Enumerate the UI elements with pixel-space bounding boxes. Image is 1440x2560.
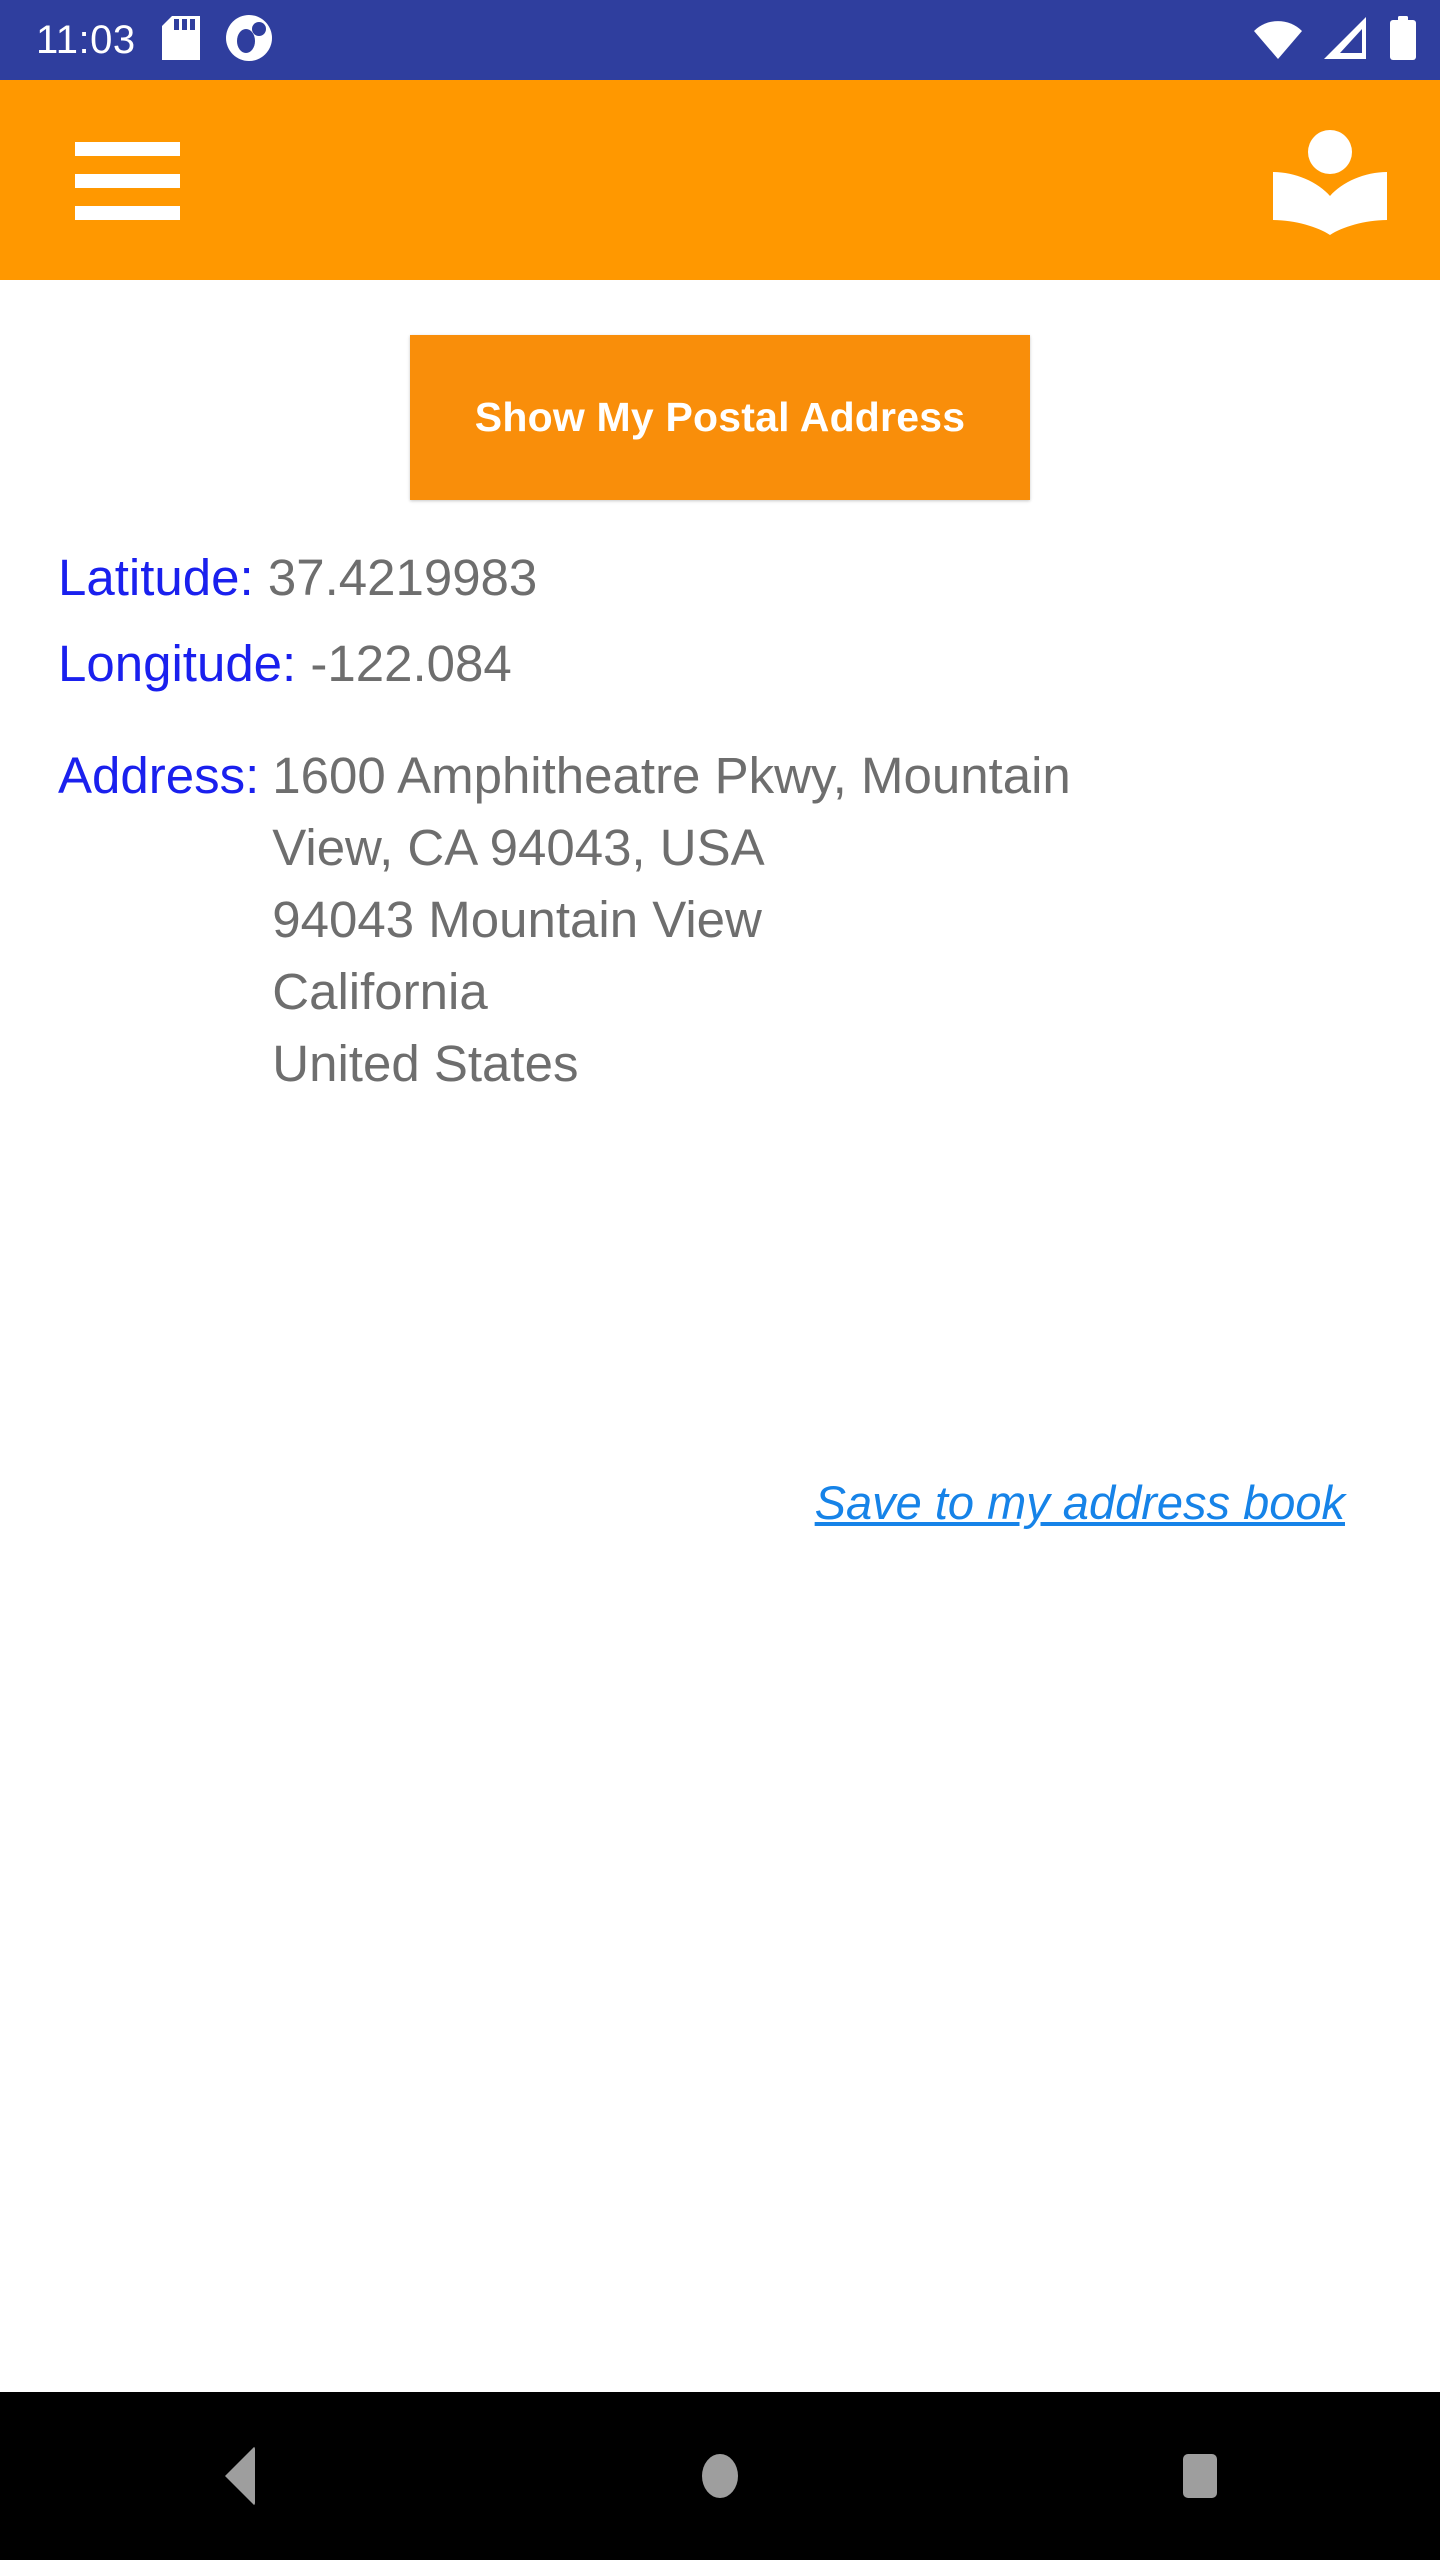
status-bar-right-group (1254, 15, 1416, 65)
app-notification-icon (225, 14, 272, 66)
address-line: United States (272, 1035, 579, 1092)
address-line: 1600 Amphitheatre Pkwy, Mountain (272, 747, 1071, 804)
wifi-icon (1254, 17, 1302, 64)
latitude-row: Latitude: 37.4219983 (58, 535, 1398, 621)
hamburger-line-2 (75, 174, 180, 188)
navigation-bar (0, 2392, 1440, 2560)
status-bar: 11:03 (0, 0, 1440, 80)
home-button[interactable] (630, 2392, 810, 2560)
app-bar (0, 80, 1440, 280)
address-line: View, CA 94043, USA (272, 819, 765, 876)
latitude-label: Latitude: (58, 549, 254, 606)
recents-square-icon (1183, 2454, 1217, 2498)
back-button[interactable] (150, 2392, 330, 2560)
status-bar-clock: 11:03 (36, 18, 136, 62)
status-bar-left-group: 11:03 (36, 14, 272, 66)
address-line: 94043 Mountain View (272, 891, 762, 948)
address-block: Address: 1600 Amphitheatre Pkwy, Mountai… (58, 740, 1398, 1100)
back-triangle-icon (225, 2446, 255, 2506)
main-content: Show My Postal Address Latitude: 37.4219… (0, 280, 1440, 2392)
hamburger-line-3 (75, 206, 180, 220)
coordinates-block: Latitude: 37.4219983 Longitude: -122.084 (58, 535, 1398, 707)
save-link-row: Save to my address book (0, 1475, 1440, 1530)
address-value: 1600 Amphitheatre Pkwy, Mountain View, C… (272, 740, 1398, 1100)
longitude-row: Longitude: -122.084 (58, 621, 1398, 707)
hamburger-line-1 (75, 142, 180, 156)
recents-button[interactable] (1110, 2392, 1290, 2560)
show-my-postal-address-button[interactable]: Show My Postal Address (410, 335, 1030, 500)
address-book-icon[interactable] (1270, 130, 1390, 235)
hamburger-menu-icon[interactable] (75, 142, 180, 220)
latitude-value: 37.4219983 (267, 549, 538, 606)
longitude-value: -122.084 (310, 635, 512, 692)
home-circle-icon (702, 2454, 738, 2498)
address-label: Address: (58, 747, 260, 804)
battery-icon (1390, 15, 1416, 65)
save-to-address-book-link[interactable]: Save to my address book (815, 1476, 1345, 1529)
longitude-label: Longitude: (58, 635, 297, 692)
sd-card-icon (161, 15, 200, 65)
cellular-signal-icon (1324, 16, 1368, 64)
address-line: California (272, 963, 488, 1020)
